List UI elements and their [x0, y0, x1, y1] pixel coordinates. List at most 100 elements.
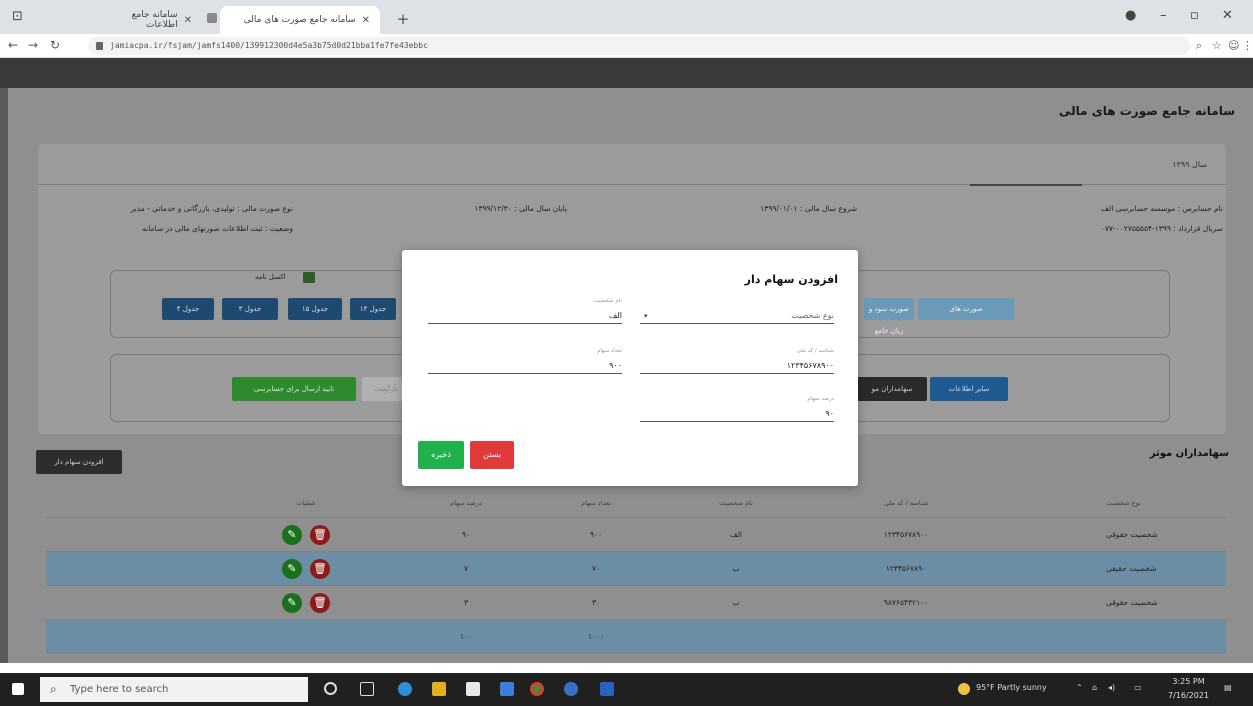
profit-loss-button[interactable]: صورت سود و زیان جامع [864, 298, 914, 335]
store-icon[interactable] [466, 682, 480, 696]
volume-icon[interactable]: ◂) [1108, 683, 1115, 692]
send-to-auditor-button[interactable]: تایید ارسال برای حسابرسی [232, 377, 356, 401]
zoom-icon[interactable]: ⌕ [1196, 39, 1202, 53]
maximize-icon[interactable]: ▫ [1190, 8, 1199, 23]
network-icon[interactable]: ⌂ [1092, 683, 1097, 692]
app-icon[interactable] [564, 682, 578, 696]
excel-icon[interactable] [303, 272, 315, 283]
taskbar-search-input[interactable]: ⌕ Type here to search [40, 677, 308, 702]
modal-title: افزودن سهام دار [744, 273, 838, 286]
auditor-name: نام حسابرس : موسسه حسابرسی الف [1101, 204, 1223, 213]
statements-button[interactable]: صورت های [918, 298, 1014, 320]
shares-field[interactable]: تعداد سهام ۹۰۰ [428, 348, 622, 374]
cell-name: الف [729, 530, 743, 539]
minimize-icon[interactable]: – [1160, 8, 1167, 23]
delete-icon[interactable]: 🗑 [310, 592, 330, 613]
national-id-field[interactable]: شناسه / کد ملی ۱۲۳۴۵۶۷۸۹۰۰ [640, 348, 834, 374]
cell-type: شخصیت حقوقی [1106, 598, 1158, 607]
table-footer-row: ۱۰۰۰ ۱۰۰ [46, 620, 1226, 654]
other-info-button[interactable]: سایر اطلاعات [930, 377, 1008, 401]
cell-nid: ۱۲۳۴۵۶۷۸۹۰۰ [883, 530, 929, 539]
report-status: وضعیت : ثبت اطلاعات صورتهای مالی در ساما… [142, 224, 293, 233]
contract-serial: سریال قرارداد : ۱۳۹۹-۰۰۲۷۵۵۵۵۴-۰۷۷ [1100, 224, 1223, 233]
shareholders-table: نوع شخصیت شناسه / کد ملی نام شخصیت تعداد… [46, 488, 1226, 654]
chevron-down-icon: ▾ [644, 312, 648, 320]
cortana-icon[interactable] [324, 682, 337, 695]
tab-year[interactable]: سال ۱۳۹۹ [1172, 160, 1207, 169]
col-header: شناسه / کد ملی [883, 498, 929, 507]
cell-type: شخصیت حقیقی [1106, 564, 1157, 573]
task-view-icon[interactable] [360, 682, 374, 696]
cell-nid: ۹۸۷۶۵۴۳۲۱۰۰ [883, 598, 929, 607]
cell-percent: ۹۰ [461, 530, 471, 539]
cell-actions: 🗑 ✎ [256, 518, 356, 551]
profile-icon[interactable]: ● [1125, 8, 1136, 23]
col-header: عملیات [296, 498, 316, 507]
add-shareholder-button[interactable]: افزودن سهام دار [36, 450, 122, 474]
table4-button[interactable]: جدول ۴ [162, 298, 214, 320]
person-type-select[interactable]: نوع شخصیت ▾ [640, 300, 834, 324]
url-input[interactable]: jamiacpa.ir/fsjam/jamfs1400/139912300d4e… [88, 37, 1190, 55]
total-percent: ۱۰۰ [459, 632, 473, 641]
col-header: تعداد سهام [581, 498, 611, 507]
delete-icon[interactable]: 🗑 [310, 524, 330, 545]
tray-chevron-icon[interactable]: ⌃ [1076, 683, 1083, 692]
back-icon[interactable]: ← [8, 38, 18, 52]
edit-icon[interactable]: ✎ [282, 524, 302, 545]
col-header: نام شخصیت [719, 498, 753, 507]
tab-search-icon[interactable]: ⊡ [12, 9, 23, 24]
excel-label[interactable]: اکسل نامه [255, 273, 286, 281]
file-explorer-icon[interactable] [432, 682, 446, 696]
percent-field[interactable]: درصد سهام ۹۰ [640, 396, 834, 422]
forward-icon[interactable]: → [28, 38, 38, 52]
bookmark-star-icon[interactable]: ☆ [1212, 39, 1222, 52]
browser-tab-active[interactable]: ✕ سامانه جامع صورت های مالی [220, 6, 380, 34]
fiscal-end: پایان سال مالی : ۱۳۹۹/۱۲/۳۰ [474, 204, 567, 213]
tab-close-icon[interactable]: ✕ [184, 15, 192, 26]
delete-icon[interactable]: 🗑 [310, 558, 330, 579]
table-row[interactable]: شخصیت حقیقی ۱۲۳۴۵۶۷۸۹۰ ب ۷۰ ۷ 🗑 ✎ [46, 552, 1226, 586]
report-type: نوع صورت مالی : تولیدی، بازرگانی و خدمات… [130, 204, 293, 213]
reload-icon[interactable]: ↻ [50, 38, 60, 52]
cell-actions: 🗑 ✎ [256, 552, 356, 585]
edit-icon[interactable]: ✎ [282, 558, 302, 579]
cell-percent: ۳ [463, 598, 469, 607]
cell-name: ب [732, 564, 740, 573]
fiscal-start: شروع سال مالی : ۱۳۹۹/۰۱/۰۱ [760, 204, 857, 213]
weather-text[interactable]: 95°F Partly sunny [976, 683, 1047, 692]
tab-close-icon[interactable]: ✕ [362, 15, 370, 26]
mail-icon[interactable] [500, 682, 514, 696]
edit-icon[interactable]: ✎ [282, 592, 302, 613]
table-row[interactable]: شخصیت حقوقی ۱۲۳۴۵۶۷۸۹۰۰ الف ۹۰۰ ۹۰ 🗑 ✎ [46, 518, 1226, 552]
close-window-icon[interactable]: ✕ [1222, 8, 1233, 23]
return-button[interactable]: بازگشت [362, 377, 402, 401]
edge-icon[interactable] [398, 682, 412, 696]
table14-button[interactable]: جدول ۱۴ [350, 298, 396, 320]
menu-dots-icon[interactable]: ⋮ [1242, 39, 1253, 52]
table-row[interactable]: شخصیت حقوقی ۹۸۷۶۵۴۳۲۱۰۰ ب ۳۰ ۳ 🗑 ✎ [46, 586, 1226, 620]
shareholders-button[interactable]: سهامداران مو [857, 377, 927, 401]
chrome-icon[interactable] [530, 682, 544, 696]
table3-button[interactable]: جدول ۳ [222, 298, 278, 320]
browser-tab-inactive[interactable]: ✕ سامانه جامع اطلاعات [90, 6, 202, 34]
save-button[interactable]: ذخیره [418, 441, 464, 469]
tab-active-indicator [970, 184, 1082, 186]
word-icon[interactable] [600, 682, 614, 696]
side-strip [0, 88, 8, 663]
keyboard-icon[interactable]: ▭ [1134, 683, 1142, 692]
table15-button[interactable]: جدول ۱۵ [288, 298, 342, 320]
cell-shares: ۷۰ [591, 564, 601, 573]
weather-icon[interactable] [958, 683, 970, 695]
windows-start-icon[interactable] [12, 683, 24, 695]
notification-icon[interactable]: ▤ [1224, 683, 1232, 692]
page-title: سامانه جامع صورت های مالی [1058, 104, 1235, 118]
taskbar: ⌕ Type here to search 95°F Partly sunny … [0, 673, 1253, 706]
browser-tab-bar: ⊡ ✕ سامانه جامع اطلاعات ✕ سامانه جامع صو… [0, 0, 1253, 34]
account-icon[interactable]: ☺ [1228, 39, 1239, 52]
clock[interactable]: 3:25 PM 7/16/2021 [1168, 675, 1209, 703]
search-icon: ⌕ [50, 682, 57, 696]
cancel-button[interactable]: بستن [470, 441, 514, 469]
new-tab-icon[interactable]: + [394, 10, 412, 28]
table-header-row: نوع شخصیت شناسه / کد ملی نام شخصیت تعداد… [46, 488, 1226, 518]
name-field[interactable]: نام شخصیت الف [428, 298, 622, 324]
